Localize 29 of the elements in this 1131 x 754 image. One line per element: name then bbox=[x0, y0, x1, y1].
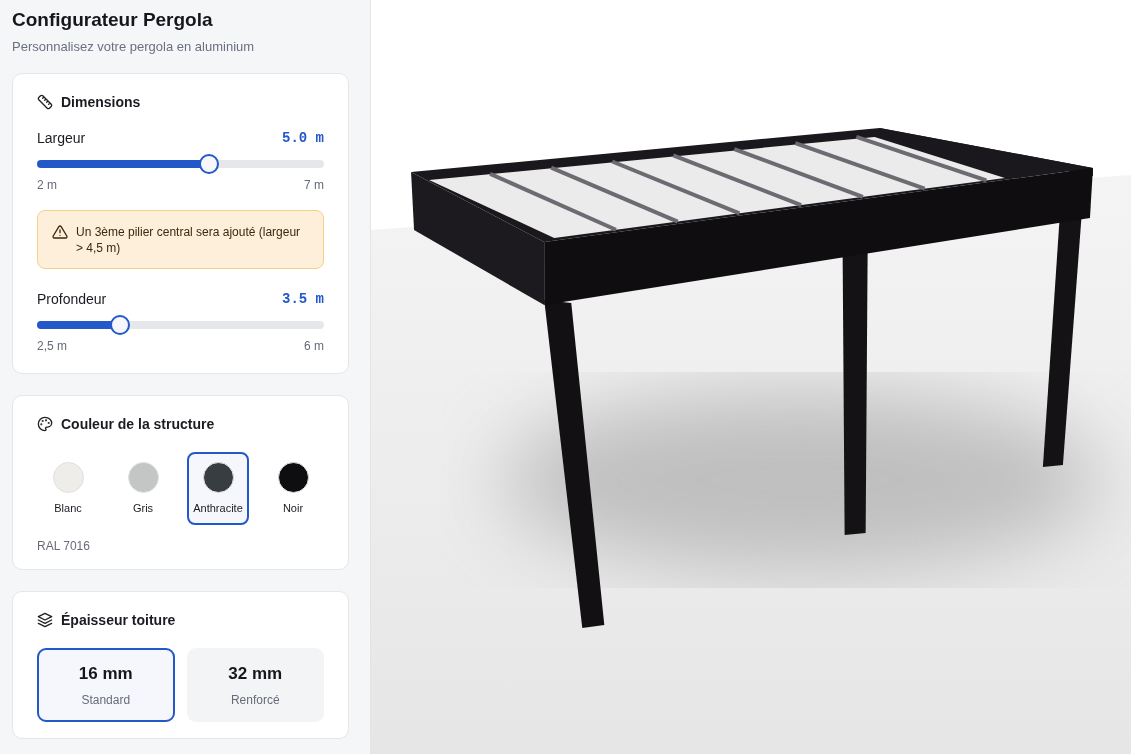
warning-icon bbox=[52, 224, 68, 240]
slider-value: 3.5 m bbox=[282, 291, 324, 307]
slider-label: Largeur bbox=[37, 130, 86, 146]
warning-text: Un 3ème pilier central sera ajouté (largeur > 4,5 m) bbox=[76, 224, 302, 256]
slider-label: Profondeur bbox=[37, 291, 107, 307]
layers-icon bbox=[37, 612, 53, 628]
slider-min: 2 m bbox=[37, 178, 57, 192]
slider-max: 7 m bbox=[304, 178, 324, 192]
slider-min: 2,5 m bbox=[37, 339, 67, 353]
slider-max: 6 m bbox=[304, 339, 324, 353]
app-subtitle: Personnalisez votre pergola en aluminium bbox=[12, 39, 256, 54]
color-option[interactable]: Noir bbox=[262, 452, 324, 525]
section-title: Dimensions bbox=[61, 94, 141, 110]
ruler-icon bbox=[37, 94, 53, 110]
app-title: Configurateur Pergola bbox=[12, 8, 214, 32]
color-code: RAL 7016 bbox=[37, 539, 91, 553]
slider-value: 5.0 m bbox=[282, 130, 324, 146]
thickness-option[interactable]: 32 mm Renforcé bbox=[186, 648, 324, 722]
slider-thumb[interactable] bbox=[199, 154, 220, 174]
slider[interactable] bbox=[37, 315, 324, 335]
thickness-option[interactable]: 16 mm Standard bbox=[37, 648, 175, 722]
section-title: Couleur de la structure bbox=[61, 416, 215, 432]
color-option[interactable]: Anthracite bbox=[187, 452, 249, 525]
color-option[interactable]: Gris bbox=[112, 452, 174, 525]
slider-thumb[interactable] bbox=[110, 315, 131, 335]
color-option[interactable]: Blanc bbox=[37, 452, 99, 525]
section-title: Épaisseur toiture bbox=[61, 612, 176, 628]
palette-icon bbox=[37, 416, 53, 432]
slider[interactable] bbox=[37, 154, 324, 174]
